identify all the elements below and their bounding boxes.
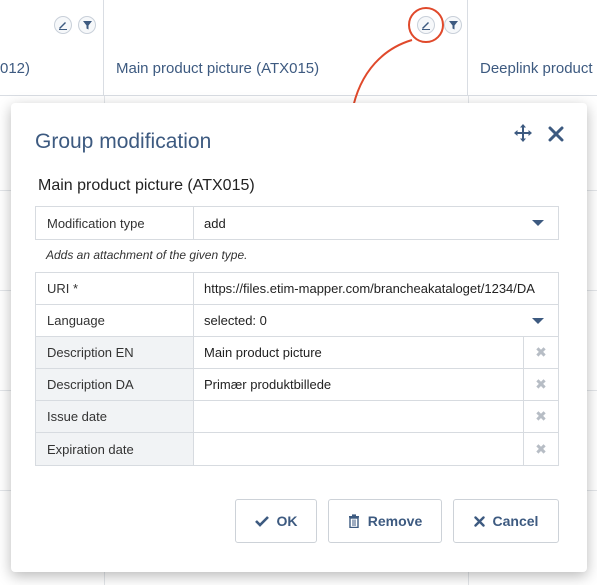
language-select[interactable]: selected: 0	[194, 305, 558, 336]
ok-button[interactable]: OK	[235, 499, 317, 543]
column-header-title: Main product picture (ATX015)	[116, 60, 320, 77]
remove-button[interactable]: Remove	[328, 499, 442, 543]
ok-label: OK	[276, 513, 298, 529]
field-value: add	[204, 215, 226, 231]
modification-type-select[interactable]: add	[194, 207, 558, 239]
field-row-expiration-date: Expiration date ✖	[36, 433, 558, 465]
field-value: selected: 0	[204, 313, 267, 328]
field-label: Expiration date	[36, 433, 194, 465]
chevron-down-icon	[532, 220, 544, 226]
filter-icon[interactable]	[444, 16, 462, 34]
column-header-title: 012)	[0, 60, 31, 77]
field-label: URI *	[36, 273, 194, 304]
trash-icon	[348, 514, 359, 528]
field-label: Language	[36, 305, 194, 336]
modification-type-table: Modification type add	[35, 206, 559, 240]
uri-input[interactable]: https://files.etim-mapper.com/brancheaka…	[194, 273, 558, 304]
field-row-uri: URI * https://files.etim-mapper.com/bran…	[36, 273, 558, 305]
check-icon	[254, 516, 269, 527]
field-row-description-da: Description DA Primær produktbillede ✖	[36, 369, 558, 401]
column-header-title: Deeplink product	[480, 60, 593, 77]
field-label: Description EN	[36, 337, 194, 368]
column-header-1: 012)	[0, 0, 104, 96]
close-icon	[473, 515, 485, 527]
fields-table: URI * https://files.etim-mapper.com/bran…	[35, 272, 559, 466]
clear-icon[interactable]: ✖	[523, 433, 558, 465]
close-icon[interactable]	[546, 124, 566, 144]
description-en-input[interactable]: Main product picture	[194, 337, 523, 368]
clear-icon[interactable]: ✖	[523, 401, 558, 432]
edit-icon[interactable]	[54, 16, 72, 34]
field-label: Description DA	[36, 369, 194, 400]
expiration-date-input[interactable]	[194, 433, 523, 465]
field-value: Main product picture	[204, 345, 322, 360]
filter-icon[interactable]	[78, 16, 96, 34]
field-row-issue-date: Issue date ✖	[36, 401, 558, 433]
column-header-3: Deeplink product	[468, 0, 597, 96]
hint-text: Adds an attachment of the given type.	[46, 248, 248, 262]
dialog-title: Group modification	[35, 130, 212, 153]
section-title: Main product picture (ATX015)	[38, 177, 255, 194]
clear-icon[interactable]: ✖	[523, 369, 558, 400]
chevron-down-icon	[532, 318, 544, 324]
field-row-description-en: Description EN Main product picture ✖	[36, 337, 558, 369]
field-label: Modification type	[36, 207, 194, 239]
field-value: Primær produktbillede	[204, 377, 332, 392]
issue-date-input[interactable]	[194, 401, 523, 432]
clear-icon[interactable]: ✖	[523, 337, 558, 368]
modification-type-row: Modification type add	[36, 207, 558, 239]
field-row-language: Language selected: 0	[36, 305, 558, 337]
move-icon[interactable]	[513, 123, 533, 143]
cancel-label: Cancel	[492, 513, 539, 529]
field-label: Issue date	[36, 401, 194, 432]
remove-label: Remove	[367, 513, 423, 529]
cancel-button[interactable]: Cancel	[453, 499, 559, 543]
group-modification-dialog: Group modification Main product picture …	[11, 103, 587, 572]
field-value: https://files.etim-mapper.com/brancheaka…	[204, 281, 535, 296]
description-da-input[interactable]: Primær produktbillede	[194, 369, 523, 400]
